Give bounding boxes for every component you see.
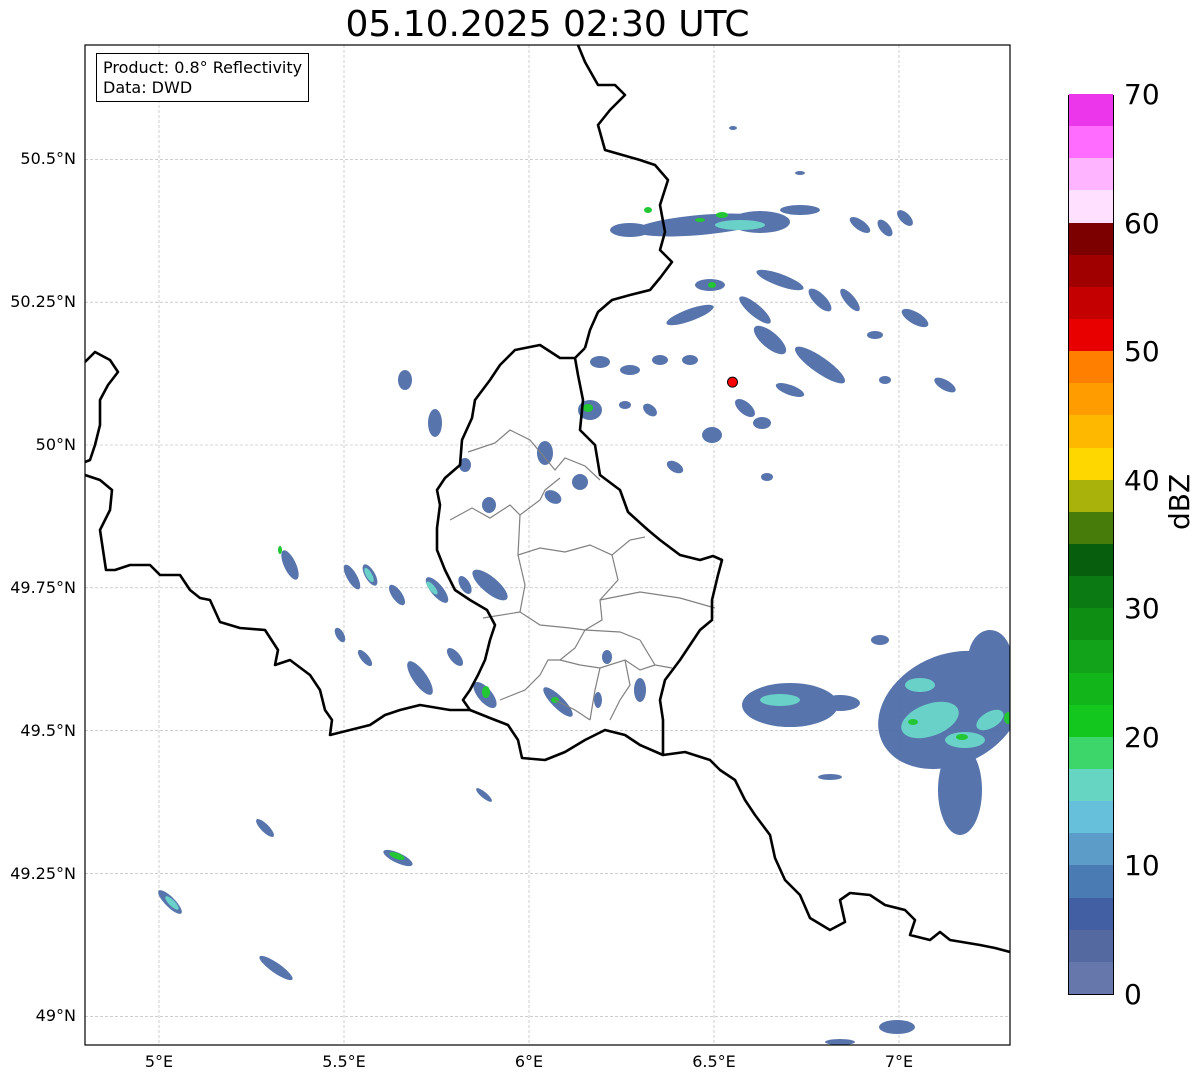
colorbar-segment	[1069, 254, 1113, 287]
colorbar-tick-label: 20	[1124, 720, 1160, 754]
colorbar-segment	[1069, 961, 1113, 994]
colorbar-tick-label: 30	[1124, 592, 1160, 626]
colorbar-segment	[1069, 929, 1113, 962]
lat-tick-label: 50.25°N	[10, 292, 76, 312]
colorbar-segment	[1069, 575, 1113, 609]
product-label: Product: 0.8° Reflectivity	[103, 58, 303, 77]
colorbar-segment	[1069, 222, 1113, 255]
colorbar-segment	[1069, 447, 1113, 480]
lat-tick-label: 50.5°N	[20, 149, 76, 169]
colorbar-segment	[1069, 704, 1113, 737]
colorbar	[1068, 93, 1114, 995]
colorbar-segment	[1069, 125, 1113, 159]
colorbar-tick-label: 60	[1124, 206, 1160, 240]
lat-tick-label: 49.75°N	[10, 577, 76, 597]
colorbar-segment	[1069, 897, 1113, 930]
colorbar-tick-label: 0	[1124, 978, 1142, 1011]
lat-tick-label: 50°N	[35, 435, 76, 454]
lat-tick-label: 49.25°N	[10, 863, 76, 883]
lon-tick-label: 6°E	[514, 1052, 544, 1071]
colorbar-segment	[1069, 286, 1113, 319]
lon-tick-label: 5.5°E	[322, 1052, 366, 1071]
site-marker	[727, 376, 738, 388]
product-info-box: Product: 0.8° Reflectivity Data: DWD	[96, 53, 310, 102]
colorbar-segment	[1069, 157, 1113, 191]
colorbar-tick-label: 10	[1124, 849, 1160, 883]
colorbar-segment	[1069, 543, 1113, 577]
colorbar-segment	[1069, 672, 1113, 705]
colorbar-segment	[1069, 93, 1113, 127]
colorbar-segment	[1069, 511, 1113, 544]
colorbar-segment	[1069, 607, 1113, 641]
colorbar-segment	[1069, 318, 1113, 352]
colorbar-segment	[1069, 414, 1113, 448]
colorbar-segment	[1069, 800, 1113, 834]
radar-map	[84, 44, 1011, 1046]
colorbar-tick-label: 50	[1124, 335, 1160, 369]
colorbar-segment	[1069, 864, 1113, 898]
colorbar-segment	[1069, 768, 1113, 802]
lat-tick-label: 49°N	[35, 1006, 76, 1026]
colorbar-tick-label: 40	[1124, 463, 1160, 497]
lon-tick-label: 7°E	[884, 1052, 914, 1071]
colorbar-segment	[1069, 736, 1113, 769]
data-source-label: Data: DWD	[103, 78, 193, 97]
lat-tick-label: 49.5°N	[20, 720, 76, 740]
colorbar-segment	[1069, 639, 1113, 673]
lon-tick-label: 5°E	[144, 1052, 174, 1071]
lon-tick-label: 6.5°E	[692, 1052, 736, 1071]
colorbar-segment	[1069, 350, 1113, 384]
colorbar-tick-label: 70	[1124, 78, 1160, 111]
colorbar-segment	[1069, 189, 1113, 223]
colorbar-segment	[1069, 479, 1113, 512]
colorbar-label: dBZ	[1163, 473, 1196, 530]
colorbar-segment	[1069, 832, 1113, 866]
colorbar-segment	[1069, 382, 1113, 416]
